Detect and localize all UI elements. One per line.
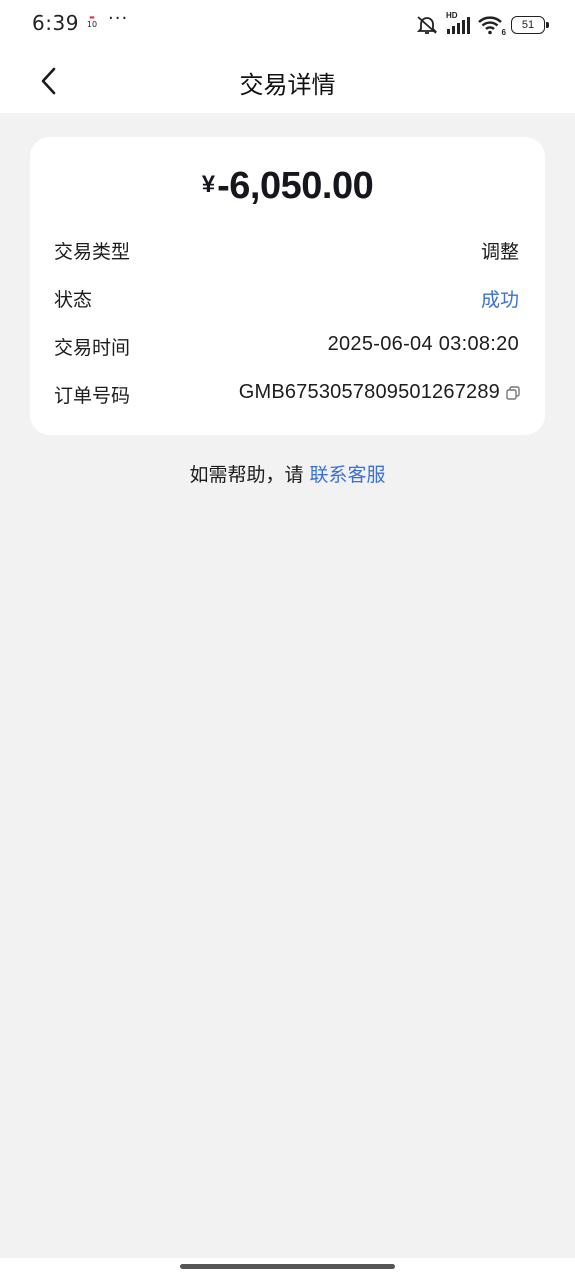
detail-label: 交易类型 xyxy=(54,241,131,263)
order-number-value[interactable]: GMB6753057809501267289 xyxy=(239,381,500,404)
battery-level: 51 xyxy=(521,19,535,31)
battery-icon: 51 xyxy=(511,16,549,34)
home-indicator[interactable] xyxy=(180,1264,395,1269)
gesture-bar-area xyxy=(0,1258,575,1280)
detail-row-order-number: 订单号码 GMB6753057809501267289 xyxy=(54,381,521,411)
more-notifications-icon: ··· xyxy=(108,8,129,29)
calendar-icon: ▬ 10 xyxy=(86,14,98,30)
transaction-type-value: 调整 xyxy=(480,241,519,263)
amount-value: -6,050.00 xyxy=(217,165,374,207)
transaction-time-value: 2025-06-04 03:08:20 xyxy=(327,333,519,355)
detail-label: 状态 xyxy=(54,289,93,311)
order-number-wrapper: GMB6753057809501267289 xyxy=(239,381,521,404)
help-prefix: 如需帮助，请 xyxy=(189,464,310,486)
contact-support-link[interactable]: 联系客服 xyxy=(310,464,386,486)
detail-label: 交易时间 xyxy=(54,337,131,359)
detail-row-status: 状态 成功 xyxy=(54,285,519,315)
status-value: 成功 xyxy=(480,289,519,311)
status-time: 6:39 xyxy=(32,11,79,35)
transaction-detail-card: ¥-6,050.00 交易类型 调整 状态 成功 交易时间 2025-06-04… xyxy=(30,137,545,435)
currency-symbol: ¥ xyxy=(201,171,216,198)
transaction-amount: ¥-6,050.00 xyxy=(30,165,545,208)
cellular-signal-icon: HD xyxy=(445,11,471,36)
status-bar: 6:39 ▬ 10 ··· HD 6 51 xyxy=(0,0,575,50)
page-title: 交易详情 xyxy=(239,71,336,99)
header-area: 6:39 ▬ 10 ··· HD 6 51 交易详情 xyxy=(0,0,575,113)
help-text: 如需帮助，请 联系客服 xyxy=(0,460,575,487)
mute-bell-icon xyxy=(415,14,439,36)
detail-row-time: 交易时间 2025-06-04 03:08:20 xyxy=(54,333,519,363)
wifi-generation-label: 6 xyxy=(501,28,506,37)
detail-label: 订单号码 xyxy=(54,385,131,407)
navigation-bar: 交易详情 xyxy=(0,52,575,110)
detail-row-type: 交易类型 调整 xyxy=(54,237,519,267)
wifi-icon: 6 xyxy=(477,14,506,37)
calendar-day: 10 xyxy=(86,20,98,29)
copy-icon[interactable] xyxy=(505,385,521,401)
transaction-time-wrapper: 2025-06-04 03:08:20 xyxy=(328,333,519,356)
status-icons: HD 6 51 xyxy=(415,11,549,37)
